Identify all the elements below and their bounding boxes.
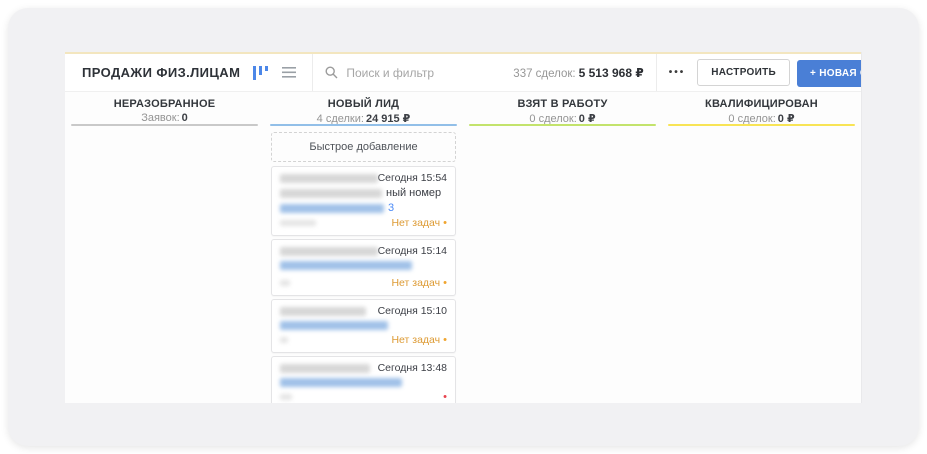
column-stats: Заявок:0 [65,112,264,124]
column-accent-line [668,124,855,126]
column-accent-line [71,124,258,126]
task-status: Нет задач• [391,334,447,346]
pipeline-panel: ПРОДАЖИ ФИЗ.ЛИЦАМ [65,52,862,403]
deal-card[interactable]: Сегодня 15:14 Нет задач• [271,239,456,296]
task-status-dot: • [443,334,447,346]
pipeline-header: ПРОДАЖИ ФИЗ.ЛИЦАМ [65,54,861,92]
redacted-meta [280,337,288,343]
column-accent-line [469,124,656,126]
no-tasks-label: Нет задач [391,217,440,229]
redacted-deal-title [280,307,366,316]
task-status-dot: • [443,391,447,403]
list-view-icon[interactable] [282,67,296,78]
deal-card[interactable]: Сегодня 15:10 Нет задач• [271,299,456,353]
task-status: Нет задач• [391,277,447,289]
deal-time: Сегодня 15:54 [378,172,447,184]
column-in-progress [463,127,662,403]
column-headers-row: НЕРАЗОБРАННОЕ Заявок:0 НОВЫЙ ЛИД 4 сделк… [65,92,861,127]
kanban-board: Быстрое добавление Сегодня 15:54 ный ном… [65,127,861,403]
column-title: НЕРАЗОБРАННОЕ [65,98,264,110]
no-tasks-label: Нет задач [391,277,440,289]
redacted-deal-title [280,247,378,256]
redacted-deal-title [280,174,378,183]
new-deal-button[interactable]: + НОВАЯ СДЕЛКА [797,60,861,87]
app-window: ПРОДАЖИ ФИЗ.ЛИЦАМ [8,8,919,446]
setup-button[interactable]: НАСТРОИТЬ [697,59,790,86]
header-divider [656,54,657,92]
quick-add-button[interactable]: Быстрое добавление [271,132,456,162]
task-status: • [440,391,447,403]
column-header-new-lead: НОВЫЙ ЛИД 4 сделки:24 915 ₽ [264,92,463,127]
redacted-meta [280,394,292,400]
search-field[interactable] [325,66,503,80]
task-status: Нет задач• [391,217,447,229]
redacted-contact-link [280,378,402,387]
deal-time: Сегодня 15:10 [378,305,447,317]
deal-card[interactable]: Сегодня 13:48 • [271,356,456,403]
kanban-view-icon[interactable] [253,66,268,80]
column-unsorted [65,127,264,403]
redacted-meta [280,220,316,226]
task-status-dot: • [443,217,447,229]
search-input[interactable] [346,66,503,80]
redacted-deal-title [280,364,370,373]
header-divider [312,54,313,92]
deal-time: Сегодня 15:14 [378,245,447,257]
deal-detail-text: ный номер [386,187,441,199]
redacted-meta [280,280,290,286]
redacted-contact-link [280,321,388,330]
redacted-contact-link [280,261,412,270]
column-title: ВЗЯТ В РАБОТУ [463,98,662,110]
task-status-dot: • [443,277,447,289]
deal-card[interactable]: Сегодня 15:54 ный номер 3 Нет задач• [271,166,456,236]
column-title: НОВЫЙ ЛИД [264,98,463,110]
column-header-qualified: КВАЛИФИЦИРОВАН 0 сделок:0 ₽ [662,92,861,127]
column-header-unsorted: НЕРАЗОБРАННОЕ Заявок:0 [65,92,264,127]
deals-count: 337 сделок: [513,68,575,80]
column-accent-line [270,124,457,126]
column-new-lead: Быстрое добавление Сегодня 15:54 ный ном… [264,127,463,403]
more-options-button[interactable]: ••• [669,67,686,78]
pipeline-title: ПРОДАЖИ ФИЗ.ЛИЦАМ [82,65,240,80]
deals-summary: 337 сделок: 5 513 968 ₽ [513,66,643,80]
redacted-deal-detail [280,189,382,198]
deal-time: Сегодня 13:48 [378,362,447,374]
column-header-in-progress: ВЗЯТ В РАБОТУ 0 сделок:0 ₽ [463,92,662,127]
column-qualified [662,127,861,403]
no-tasks-label: Нет задач [391,334,440,346]
redacted-contact-link [280,204,384,213]
column-title: КВАЛИФИЦИРОВАН [662,98,861,110]
deals-total: 5 513 968 ₽ [579,66,644,80]
deal-link-text[interactable]: 3 [388,202,394,214]
search-icon [325,66,338,79]
